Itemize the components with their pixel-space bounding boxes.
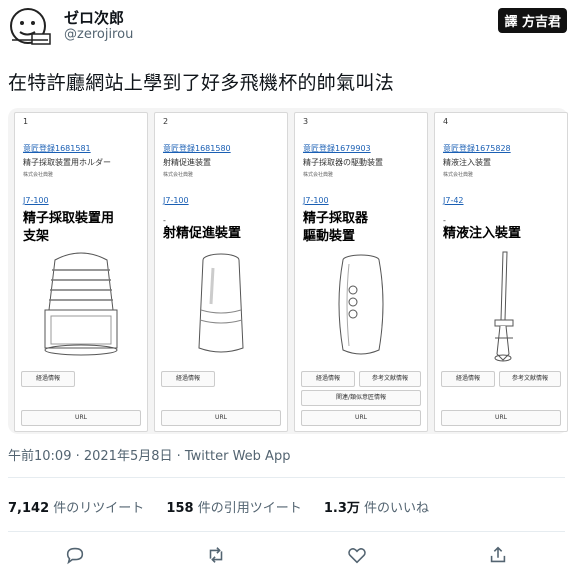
url-button: URL [441, 410, 561, 426]
progress-info-button: 経過情報 [21, 371, 75, 387]
chinese-caption-line: 精液注入裝置 [443, 226, 522, 241]
quote-count[interactable]: 158 件の引用ツイート [166, 501, 301, 516]
reference-info-button: 参考文献情報 [359, 371, 421, 387]
retweet-number: 7,142 [8, 501, 50, 516]
reference-info-label: 参考文献情報 [511, 375, 548, 382]
progress-info-label: 経過情報 [455, 375, 480, 382]
divider [8, 477, 565, 478]
chinese-caption-line: 精子採取器 [303, 211, 369, 226]
translator-badge: 譯 方吉君 [498, 8, 567, 33]
chinese-caption-line: 驅動裝置 [303, 229, 356, 244]
reference-info-button: 参考文献情報 [499, 371, 561, 387]
japanese-title: 精子採取器の駆動装置 [303, 158, 383, 167]
author-handle[interactable]: @zerojirou [64, 27, 133, 42]
chinese-caption-line: 支架 [23, 229, 50, 244]
tweet-timestamp[interactable]: 午前10:09 · 2021年5月8日 · Twitter Web App [8, 445, 290, 464]
reply-icon[interactable] [64, 544, 86, 566]
classification-code: J7-42 [443, 196, 464, 205]
patent-card-1: 1 意匠登録1681581 精子採取装置用ホルダー 株式会社典雅 J7-100 … [14, 112, 148, 432]
quote-number: 158 [166, 501, 194, 516]
classification-code: J7-100 [163, 196, 189, 205]
classification-code: J7-100 [23, 196, 49, 205]
url-label: URL [75, 414, 87, 421]
retweet-label: 件のリツイート [53, 501, 145, 516]
url-label: URL [495, 414, 507, 421]
progress-info-button: 経過情報 [441, 371, 495, 387]
quote-label: 件の引用ツイート [197, 501, 302, 516]
company-name: 株式会社典雅 [443, 172, 474, 178]
chinese-caption-line: 射精促進裝置 [163, 226, 242, 241]
share-icon[interactable] [487, 544, 509, 566]
like-label: 件のいいね [364, 501, 430, 516]
retweet-count[interactable]: 7,142 件のリツイート [8, 501, 144, 516]
card-number: 4 [443, 117, 449, 126]
card-number: 2 [163, 117, 169, 126]
divider [8, 531, 565, 532]
classification-code: J7-100 [303, 196, 329, 205]
card-number: 1 [23, 117, 29, 126]
japanese-title: 精液注入装置 [443, 158, 491, 167]
company-name: 株式会社典雅 [163, 172, 194, 178]
company-name: 株式会社典雅 [23, 172, 54, 178]
url-button: URL [161, 410, 281, 426]
patent-card-3: 3 意匠登録1679903 精子採取器の駆動装置 株式会社典雅 J7-100 精… [294, 112, 428, 432]
progress-info-button: 経過情報 [161, 371, 215, 387]
company-name: 株式会社典雅 [303, 172, 334, 178]
patent-card-4: 4 意匠登録1675828 精液注入装置 株式会社典雅 J7-42 - 精液注入… [434, 112, 568, 432]
related-design-label: 関連/類似意匠情報 [335, 394, 387, 401]
engagement-stats: 7,142 件のリツイート 158 件の引用ツイート 1.3万 件のいいね [8, 497, 447, 516]
injector-drawing [494, 251, 514, 362]
related-design-button: 関連/類似意匠情報 [301, 390, 421, 406]
avatar[interactable] [6, 4, 54, 48]
like-number: 1.3万 [323, 501, 360, 516]
dash: - [443, 216, 446, 225]
retweet-icon[interactable] [205, 544, 227, 566]
chinese-caption-line: 精子採取裝置用 [23, 211, 115, 226]
url-button: URL [21, 410, 141, 426]
patent-card-2: 2 意匠登録1681580 射精促進装置 株式会社典雅 J7-100 - 射精促… [154, 112, 288, 432]
like-count[interactable]: 1.3万 件のいいね [324, 501, 429, 516]
card-number: 3 [303, 117, 309, 126]
url-label: URL [215, 414, 227, 421]
registration-link: 意匠登録1681581 [23, 144, 91, 153]
reference-info-label: 参考文献情報 [371, 375, 408, 382]
progress-info-label: 経過情報 [175, 375, 200, 382]
cup-drawing [198, 253, 244, 353]
url-label: URL [355, 414, 367, 421]
like-icon[interactable] [346, 544, 368, 566]
tweet-image[interactable]: 1 意匠登録1681581 精子採取装置用ホルダー 株式会社典雅 J7-100 … [8, 108, 568, 434]
japanese-title: 射精促進装置 [163, 158, 211, 167]
registration-link: 意匠登録1675828 [443, 144, 511, 153]
japanese-title: 精子採取装置用ホルダー [23, 158, 111, 167]
dash: - [163, 216, 166, 225]
holder-drawing [44, 252, 118, 356]
author-display-name[interactable]: ゼロ次郎 [64, 7, 124, 28]
progress-info-label: 経過情報 [35, 375, 60, 382]
drive-device-drawing [338, 254, 384, 355]
url-button: URL [301, 410, 421, 426]
progress-info-button: 経過情報 [301, 371, 355, 387]
tweet-text: 在特許廳網站上學到了好多飛機杯的帥氣叫法 [8, 72, 395, 94]
progress-info-label: 経過情報 [315, 375, 340, 382]
registration-link: 意匠登録1681580 [163, 144, 231, 153]
registration-link: 意匠登録1679903 [303, 144, 371, 153]
